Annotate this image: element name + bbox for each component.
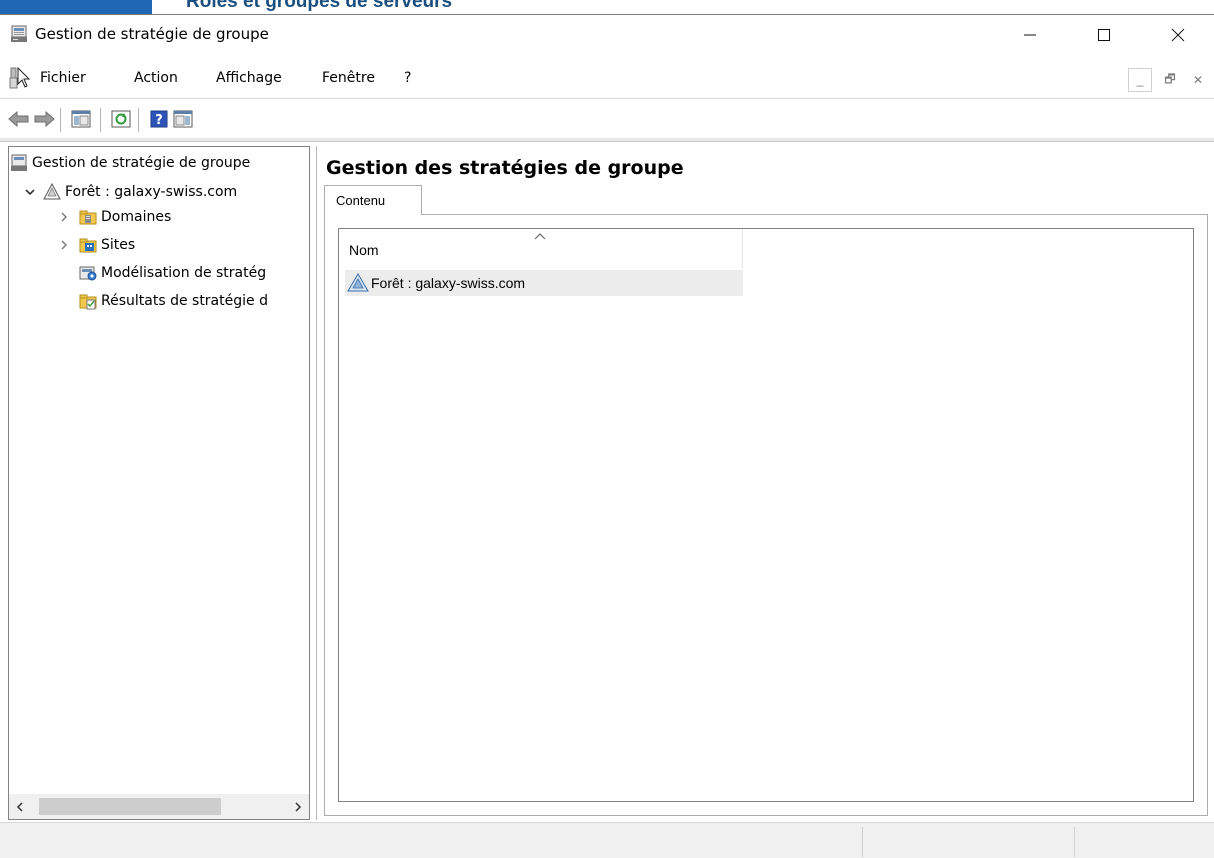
window-menu-icon[interactable] [8,64,34,90]
content-list[interactable] [338,228,1194,802]
back-icon [8,111,29,127]
status-divider [1074,827,1075,857]
chevron-down-icon [25,189,35,196]
status-divider [862,827,863,857]
tab-contenu[interactable]: Contenu [324,185,422,215]
menu-fenetre[interactable]: Fenêtre [322,70,375,86]
chevron-right-icon [61,212,67,222]
toolbar-separator [100,108,101,132]
menu-action[interactable]: Action [134,70,178,86]
tree-horizontal-scrollbar[interactable] [9,794,309,819]
scroll-thumb[interactable] [39,798,221,815]
close-button[interactable] [1148,15,1208,55]
background-window-accent [0,0,152,14]
scroll-left-button[interactable] [9,794,31,819]
help-icon: ? [150,110,168,128]
background-window-title: Rôles et groupes de serveurs [186,0,453,12]
minimize-icon [1024,34,1036,36]
sites-folder-icon [79,238,97,253]
gp-modeling-icon [79,266,97,281]
toolbar-separator [138,108,139,132]
tree-node-modelisation-label: Modélisation de stratég [101,265,267,281]
show-hide-console-tree-button[interactable] [70,108,92,130]
back-button[interactable] [8,108,30,130]
forward-icon [34,111,55,127]
tree-node-forest-label: Forêt : galaxy-swiss.com [65,184,238,200]
menu-bar: Fichier Action Affichage Fenêtre ? [0,58,1214,98]
sort-ascending-icon [534,229,546,243]
column-header-nom[interactable]: Nom [339,229,743,268]
console-tree[interactable]: Gestion de stratégie de groupe Forêt : g… [8,146,310,820]
tree-node-resultats-label: Résultats de stratégie d [101,293,268,309]
svg-text:?: ? [155,113,163,128]
list-item-label: Forêt : galaxy-swiss.com [371,275,526,291]
tree-node-domaines[interactable]: Domaines [79,205,171,229]
tree-node-domaines-label: Domaines [101,209,172,225]
tree-node-sites[interactable]: Sites [79,233,135,257]
background-window-strip: Rôles et groupes de serveurs [0,0,1214,14]
refresh-icon [111,110,131,128]
title-bar[interactable]: Gestion de stratégie de groupe [0,15,1214,55]
mdi-restore-button[interactable]: 🗗 [1158,68,1182,92]
show-hide-console-tree-icon [71,110,91,128]
show-hide-action-pane-button[interactable] [172,108,194,130]
gpmc-root-icon [11,154,27,171]
menu-affichage[interactable]: Affichage [216,70,282,86]
chevron-left-icon [16,801,23,812]
help-button[interactable]: ? [148,108,170,130]
close-icon [1171,28,1185,42]
column-header-label: Nom [349,242,379,258]
domains-folder-icon [79,210,97,225]
expand-chevron-right-icon[interactable] [57,238,71,252]
minimize-button[interactable] [1000,15,1060,55]
show-hide-action-pane-icon [173,110,193,128]
tree-node-sites-label: Sites [101,237,136,253]
chevron-right-icon [295,801,302,812]
gpmc-app-icon [11,25,27,42]
page-title: Gestion des stratégies de groupe [326,157,684,179]
forward-button[interactable] [33,108,55,130]
tree-node-root-label: Gestion de stratégie de groupe [32,155,251,171]
tree-node-modelisation[interactable]: Modélisation de stratég [79,261,266,285]
chevron-right-icon [61,240,67,250]
forest-icon [347,273,369,292]
mdi-minimize-button[interactable]: _ [1128,68,1152,92]
refresh-button[interactable] [110,108,132,130]
mdi-close-button[interactable]: ✕ [1186,68,1210,92]
maximize-button[interactable] [1074,15,1134,55]
scroll-right-button[interactable] [287,794,309,819]
forest-icon [43,183,61,200]
gp-results-icon [79,294,97,310]
mdi-restore-icon: 🗗 [1164,71,1176,86]
expand-chevron-right-icon[interactable] [57,210,71,224]
mdi-close-icon: ✕ [1192,73,1204,87]
window-title: Gestion de stratégie de groupe [35,25,269,43]
status-bar [0,822,1214,858]
menu-divider [0,98,1214,99]
mdi-minimize-icon: _ [1136,73,1144,87]
list-item[interactable]: Forêt : galaxy-swiss.com [345,270,743,296]
toolbar: ? [0,100,1214,136]
expand-chevron-down-icon[interactable] [23,185,37,199]
toolbar-divider [0,138,1214,142]
tree-node-root[interactable]: Gestion de stratégie de groupe [10,151,251,175]
menu-fichier[interactable]: Fichier [40,70,86,86]
maximize-icon [1098,29,1110,41]
menu-help[interactable]: ? [404,70,411,86]
tree-node-forest[interactable]: Forêt : galaxy-swiss.com [43,180,237,204]
tree-node-resultats[interactable]: Résultats de stratégie d [79,289,268,313]
toolbar-separator [60,108,61,132]
